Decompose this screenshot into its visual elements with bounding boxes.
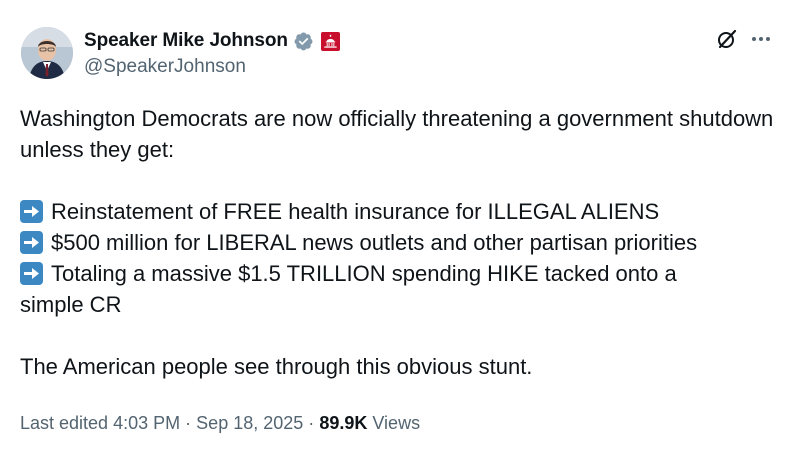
right-arrow-emoji-icon <box>20 231 43 254</box>
more-options-icon[interactable] <box>750 30 772 48</box>
meta-separator: · <box>185 413 192 433</box>
author-handle[interactable]: @SpeakerJohnson <box>84 56 246 78</box>
list-item: Totaling a massive $1.5 TRILLION spendin… <box>20 258 720 320</box>
right-arrow-emoji-icon <box>20 200 43 223</box>
list-item: $500 million for LIBERAL news outlets an… <box>20 227 780 258</box>
author-name-row: Speaker Mike Johnson <box>84 29 340 53</box>
tweet-closing: The American people see through this obv… <box>20 354 533 379</box>
grok-icon[interactable] <box>716 28 738 50</box>
meta-separator: · <box>308 413 315 433</box>
list-item-text: Totaling a massive $1.5 TRILLION spendin… <box>20 261 677 317</box>
display-name[interactable]: Speaker Mike Johnson <box>84 30 288 52</box>
views-label: Views <box>372 413 421 433</box>
verified-badge-icon[interactable] <box>293 31 314 52</box>
edited-label[interactable]: Last edited <box>20 413 108 433</box>
avatar-image <box>21 27 73 79</box>
tweet-intro: Washington Democrats are now officially … <box>20 106 774 162</box>
tweet-meta: Last edited 4:03 PM · Sep 18, 2025 · 89.… <box>20 413 420 434</box>
list-item-text: Reinstatement of FREE health insurance f… <box>51 199 660 224</box>
list-item-text: $500 million for LIBERAL news outlets an… <box>51 230 698 255</box>
views-count[interactable]: 89.9K <box>319 413 367 433</box>
avatar[interactable] <box>21 27 73 79</box>
right-arrow-emoji-icon <box>20 262 43 285</box>
post-date[interactable]: Sep 18, 2025 <box>196 413 303 433</box>
tweet: Speaker Mike Johnson @SpeakerJohnson Was… <box>0 0 794 459</box>
post-time[interactable]: 4:03 PM <box>113 413 180 433</box>
tweet-text: Washington Democrats are now officially … <box>20 103 780 382</box>
capitol-affiliation-badge-icon[interactable] <box>320 31 340 51</box>
list-item: Reinstatement of FREE health insurance f… <box>20 196 780 227</box>
